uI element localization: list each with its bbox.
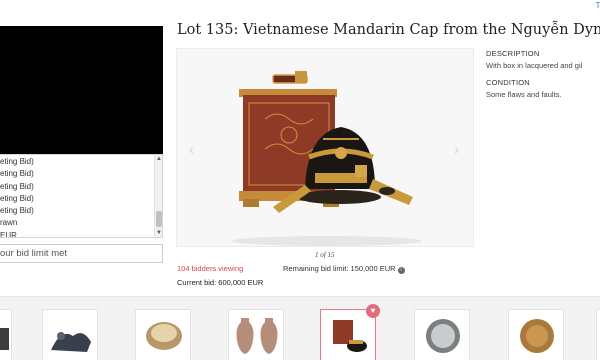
lot-image-viewer[interactable]: ‹ › bbox=[176, 48, 474, 247]
lot-thumbnail[interactable] bbox=[135, 309, 191, 360]
top-link[interactable]: Te bbox=[596, 1, 600, 10]
scroll-up-arrow-icon[interactable]: ▲ bbox=[155, 155, 162, 163]
live-video-player[interactable] bbox=[0, 26, 163, 154]
auction-page: Te eting Bid) eting Bid) eting Bid) etin… bbox=[0, 0, 600, 360]
lot-photo bbox=[177, 49, 473, 246]
thumbnail-image bbox=[426, 319, 460, 353]
top-bar: Te bbox=[0, 0, 600, 18]
description-label: DESCRIPTION bbox=[486, 49, 540, 58]
lot-thumbnail[interactable] bbox=[508, 309, 564, 360]
scroll-thumb[interactable] bbox=[156, 211, 162, 227]
condition-label: CONDITION bbox=[486, 78, 530, 87]
lot-thumbnail[interactable] bbox=[42, 309, 98, 360]
bid-log-scrollbar[interactable]: ▲ ▼ bbox=[154, 155, 162, 237]
description-text: With box in lacquered and gil bbox=[486, 61, 583, 70]
bid-history-list: eting Bid) eting Bid) eting Bid) eting B… bbox=[0, 155, 162, 238]
lot-thumbnail[interactable] bbox=[596, 309, 600, 360]
info-icon[interactable]: i bbox=[397, 267, 405, 274]
bid-history-entry: EUR bbox=[0, 230, 17, 238]
lot-thumbnail-active[interactable] bbox=[320, 309, 376, 360]
lot-title: Lot 135: Vietnamese Mandarin Cap from th… bbox=[177, 22, 600, 38]
bid-history-entry: eting Bid) bbox=[0, 157, 34, 166]
chevron-left-icon[interactable]: ‹ bbox=[189, 141, 194, 157]
bid-history-entry: eting Bid) bbox=[0, 193, 34, 203]
bid-limit-status-field[interactable]: our bid limit met bbox=[0, 244, 163, 263]
image-counter: 1 of 15 bbox=[315, 251, 335, 259]
lot-thumbnail-strip bbox=[0, 296, 600, 360]
condition-text: Some flaws and faults. bbox=[486, 90, 562, 99]
scroll-down-arrow-icon[interactable]: ▼ bbox=[155, 229, 162, 237]
lot-thumbnail[interactable] bbox=[414, 309, 470, 360]
thumbnail-image bbox=[0, 328, 9, 350]
lot-thumbnail[interactable] bbox=[0, 309, 12, 360]
chevron-right-icon[interactable]: › bbox=[454, 141, 459, 157]
bid-history-entry: eting Bid) bbox=[0, 206, 34, 216]
bidders-viewing-count: 104 bidders viewing bbox=[177, 264, 244, 273]
bid-history-entry: eting Bid) bbox=[0, 169, 34, 179]
bid-history-log[interactable]: eting Bid) eting Bid) eting Bid) eting B… bbox=[0, 154, 163, 238]
thumbnail-image bbox=[236, 318, 278, 354]
bid-history-entry: eting Bid) bbox=[0, 181, 34, 191]
thumbnail-image bbox=[520, 319, 554, 353]
thumbnail-image bbox=[333, 320, 367, 352]
lot-thumbnail[interactable] bbox=[228, 309, 284, 360]
current-bid: Current bid: 600,000 EUR bbox=[177, 278, 264, 287]
thumbnail-image bbox=[51, 332, 91, 352]
bid-history-entry: rawn bbox=[0, 218, 18, 228]
remaining-bid-limit-text: Remaining bid limit: 150,000 EUR bbox=[283, 264, 396, 273]
remaining-bid-limit: Remaining bid limit: 150,000 EUR i bbox=[283, 264, 405, 274]
heart-icon[interactable]: ♥ bbox=[366, 304, 380, 318]
thumbnail-image bbox=[146, 322, 182, 350]
